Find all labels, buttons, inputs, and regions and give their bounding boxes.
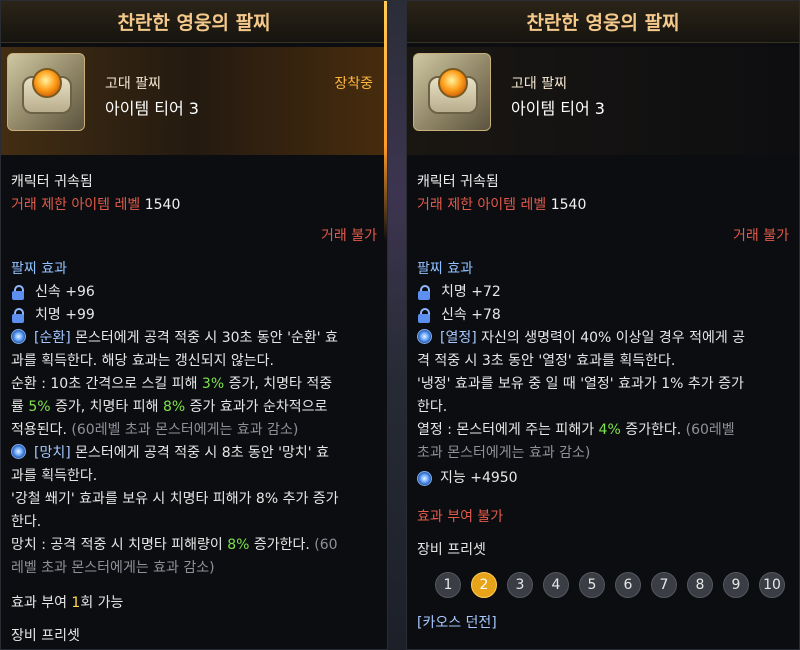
preset-header-cut: 장비 프리셋 <box>11 628 80 644</box>
fever-desc-2: 초과 몬스터에게는 효과 감소) <box>417 445 591 461</box>
swirl-icon <box>11 444 26 459</box>
item-grade: 고대 팔찌 <box>511 76 567 92</box>
effect-header: 팔찌 효과 <box>11 261 67 277</box>
preset-button-1[interactable]: 1 <box>435 572 461 598</box>
cycle-desc-1: 순환 : 10초 간격으로 스킬 피해 3% 증가, 치명타 적중 <box>11 376 333 392</box>
item-title: 찬란한 영웅의 팔찌 <box>407 1 799 43</box>
lock-icon <box>417 308 431 323</box>
trade-level: 거래 제한 아이템 레벨 1540 <box>11 197 181 213</box>
preset-header: 장비 프리셋 <box>417 542 486 558</box>
lock-icon <box>11 285 25 300</box>
preset-selector: 1 2 3 4 5 6 7 8 9 10 <box>417 572 789 598</box>
hammer-desc-2: 레벨 초과 몬스터에게는 효과 감소) <box>11 560 215 576</box>
bracelet-icon <box>413 53 491 131</box>
untradable-label: 거래 불가 <box>733 228 789 244</box>
tooltip-equipped: 찬란한 영웅의 팔찌 고대 팔찌 아이템 티어 3 장착중 캐릭터 귀속됨 거래… <box>0 0 388 650</box>
item-grade: 고대 팔찌 <box>105 76 161 92</box>
preset-button-10[interactable]: 10 <box>759 572 785 598</box>
chaos-dungeon-label: [카오스 던전] <box>417 615 497 631</box>
item-tier: 아이템 티어 3 <box>511 99 605 118</box>
swirl-icon <box>417 471 432 486</box>
item-header: 고대 팔찌 아이템 티어 3 장착중 <box>1 47 387 155</box>
bound-label: 캐릭터 귀속됨 <box>11 174 93 190</box>
preset-button-3[interactable]: 3 <box>507 572 533 598</box>
effect-fever: [열정] 자신의 생명력이 40% 이상일 경우 적에게 공 <box>417 327 789 350</box>
preset-button-7[interactable]: 7 <box>651 572 677 598</box>
item-tier: 아이템 티어 3 <box>105 99 199 118</box>
effect-hammer: [망치] 몬스터에게 공격 적중 시 8초 동안 '망치' 효 <box>11 442 377 465</box>
cold-desc-2: 한다. <box>417 399 448 415</box>
effect-hammer-line2: 과를 획득한다. <box>11 468 98 484</box>
equipped-badge: 장착중 <box>334 76 373 92</box>
cycle-desc-3: 적용된다. (60레벨 초과 몬스터에게는 효과 감소) <box>11 422 299 438</box>
effect-fever-line2: 격 적중 시 3초 동안 '열정' 효과를 획득한다. <box>417 353 676 369</box>
preset-button-6[interactable]: 6 <box>615 572 641 598</box>
background-inventory-strip <box>386 0 408 650</box>
item-header: 고대 팔찌 아이템 티어 3 <box>407 47 799 155</box>
lock-icon <box>417 285 431 300</box>
preset-button-2[interactable]: 2 <box>471 572 497 598</box>
swirl-icon <box>11 329 26 344</box>
stat-row: 신속 +78 <box>417 304 789 327</box>
int-stat-row: 지능 +4950 <box>417 467 789 490</box>
preset-button-5[interactable]: 5 <box>579 572 605 598</box>
preset-button-8[interactable]: 8 <box>687 572 713 598</box>
cycle-desc-2: 률 5% 증가, 치명타 피해 8% 증가 효과가 순차적으로 <box>11 399 328 415</box>
preset-button-4[interactable]: 4 <box>543 572 569 598</box>
hammer-desc-1: 망치 : 공격 적중 시 치명타 피해량이 8% 증가한다. (60 <box>11 537 338 553</box>
trade-level: 거래 제한 아이템 레벨 1540 <box>417 197 587 213</box>
stat-row: 치명 +99 <box>11 304 377 327</box>
no-enchant-label: 효과 부여 불가 <box>417 509 504 525</box>
stat-row: 신속 +96 <box>11 281 377 304</box>
enchant-count: 효과 부여 1회 가능 <box>11 595 124 611</box>
fever-desc-1: 열정 : 몬스터에게 주는 피해가 4% 증가한다. (60레벨 <box>417 422 735 438</box>
effect-cycle: [순환] 몬스터에게 공격 적중 시 30초 동안 '순환' 효 <box>11 327 377 350</box>
bracelet-icon <box>7 53 85 131</box>
swirl-icon <box>417 329 432 344</box>
item-title: 찬란한 영웅의 팔찌 <box>1 1 387 43</box>
preset-button-9[interactable]: 9 <box>723 572 749 598</box>
cold-desc-1: '냉정' 효과를 보유 중 일 때 '열정' 효과가 1% 추가 증가 <box>417 376 744 392</box>
steel-desc-2: 한다. <box>11 514 42 530</box>
effect-header: 팔찌 효과 <box>417 261 473 277</box>
stat-row: 치명 +72 <box>417 281 789 304</box>
tooltip-compare: 찬란한 영웅의 팔찌 고대 팔찌 아이템 티어 3 캐릭터 귀속됨 거래 제한 … <box>406 0 800 650</box>
lock-icon <box>11 308 25 323</box>
steel-desc-1: '강철 쐐기' 효과를 보유 시 치명타 피해가 8% 추가 증가 <box>11 491 339 507</box>
effect-cycle-line2: 과를 획득한다. 해당 효과는 갱신되지 않는다. <box>11 353 274 369</box>
bound-label: 캐릭터 귀속됨 <box>417 174 499 190</box>
untradable-label: 거래 불가 <box>321 228 377 244</box>
